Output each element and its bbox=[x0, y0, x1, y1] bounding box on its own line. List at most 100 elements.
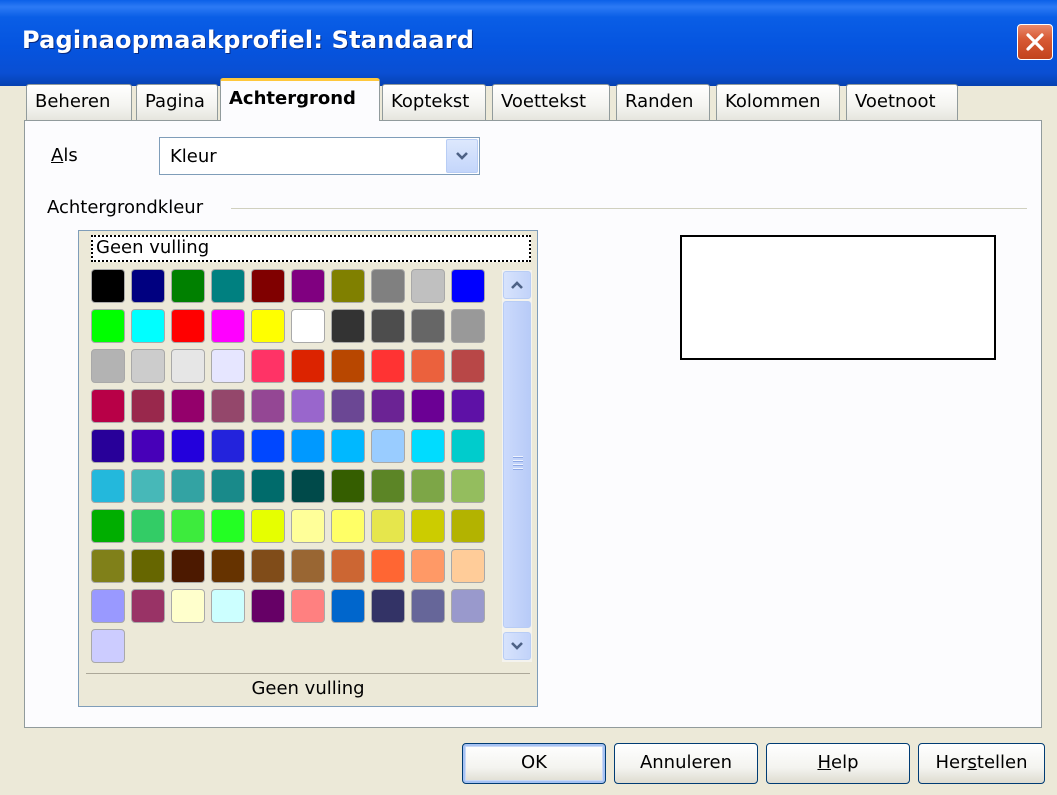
color-swatch[interactable] bbox=[451, 589, 485, 623]
color-swatch[interactable] bbox=[331, 509, 365, 543]
scroll-thumb[interactable] bbox=[503, 301, 531, 628]
color-swatch[interactable] bbox=[211, 509, 245, 543]
no-fill-item[interactable]: Geen vulling bbox=[91, 235, 531, 262]
color-swatch[interactable] bbox=[291, 269, 325, 303]
close-button[interactable] bbox=[1017, 24, 1053, 60]
color-swatch[interactable] bbox=[291, 309, 325, 343]
color-swatch[interactable] bbox=[371, 269, 405, 303]
color-swatch[interactable] bbox=[451, 309, 485, 343]
color-swatch[interactable] bbox=[211, 349, 245, 383]
color-swatch[interactable] bbox=[211, 469, 245, 503]
color-swatch[interactable] bbox=[451, 549, 485, 583]
color-swatch[interactable] bbox=[411, 349, 445, 383]
als-dropdown[interactable]: Kleur bbox=[159, 137, 480, 175]
color-swatch[interactable] bbox=[91, 389, 125, 423]
color-swatch[interactable] bbox=[291, 589, 325, 623]
color-swatch[interactable] bbox=[451, 429, 485, 463]
color-swatch[interactable] bbox=[131, 269, 165, 303]
color-swatch[interactable] bbox=[171, 549, 205, 583]
color-swatch[interactable] bbox=[171, 269, 205, 303]
color-swatch[interactable] bbox=[411, 389, 445, 423]
color-swatch[interactable] bbox=[371, 309, 405, 343]
color-swatch[interactable] bbox=[131, 389, 165, 423]
color-swatch[interactable] bbox=[411, 309, 445, 343]
color-swatch[interactable] bbox=[91, 589, 125, 623]
color-swatch[interactable] bbox=[371, 429, 405, 463]
color-swatch[interactable] bbox=[371, 509, 405, 543]
color-swatch[interactable] bbox=[331, 349, 365, 383]
color-swatch[interactable] bbox=[171, 589, 205, 623]
color-swatch[interactable] bbox=[171, 309, 205, 343]
color-swatch[interactable] bbox=[251, 389, 285, 423]
color-swatch[interactable] bbox=[291, 469, 325, 503]
color-swatch[interactable] bbox=[411, 269, 445, 303]
color-swatch[interactable] bbox=[211, 589, 245, 623]
color-swatch[interactable] bbox=[331, 549, 365, 583]
color-swatch[interactable] bbox=[251, 269, 285, 303]
color-swatch[interactable] bbox=[371, 469, 405, 503]
color-swatch[interactable] bbox=[251, 589, 285, 623]
color-swatch[interactable] bbox=[291, 349, 325, 383]
color-swatch[interactable] bbox=[251, 429, 285, 463]
color-swatch[interactable] bbox=[211, 309, 245, 343]
color-swatch[interactable] bbox=[291, 509, 325, 543]
color-swatch[interactable] bbox=[131, 589, 165, 623]
color-swatch[interactable] bbox=[331, 429, 365, 463]
color-swatch[interactable] bbox=[251, 469, 285, 503]
color-swatch[interactable] bbox=[371, 349, 405, 383]
color-swatch[interactable] bbox=[91, 349, 125, 383]
color-swatch[interactable] bbox=[291, 549, 325, 583]
color-swatch[interactable] bbox=[371, 589, 405, 623]
color-swatch[interactable] bbox=[451, 509, 485, 543]
tab-randen[interactable]: Randen bbox=[616, 84, 710, 120]
color-swatch[interactable] bbox=[371, 389, 405, 423]
tab-achtergrond[interactable]: Achtergrond bbox=[220, 78, 380, 121]
color-swatch[interactable] bbox=[291, 389, 325, 423]
tab-beheren[interactable]: Beheren bbox=[26, 84, 132, 120]
color-swatch[interactable] bbox=[91, 269, 125, 303]
color-swatch[interactable] bbox=[91, 549, 125, 583]
color-swatch[interactable] bbox=[91, 629, 125, 663]
tab-kolommen[interactable]: Kolommen bbox=[716, 84, 840, 120]
color-swatch[interactable] bbox=[331, 269, 365, 303]
color-swatch[interactable] bbox=[251, 349, 285, 383]
color-swatch[interactable] bbox=[411, 469, 445, 503]
color-swatch[interactable] bbox=[91, 469, 125, 503]
color-swatch[interactable] bbox=[131, 509, 165, 543]
color-swatch[interactable] bbox=[131, 309, 165, 343]
color-swatch[interactable] bbox=[451, 349, 485, 383]
color-swatch[interactable] bbox=[171, 389, 205, 423]
color-swatch[interactable] bbox=[131, 549, 165, 583]
color-swatch[interactable] bbox=[411, 589, 445, 623]
color-swatch[interactable] bbox=[451, 269, 485, 303]
cancel-button[interactable]: Annuleren bbox=[614, 743, 758, 784]
color-swatch[interactable] bbox=[91, 509, 125, 543]
color-swatch[interactable] bbox=[131, 429, 165, 463]
color-swatch[interactable] bbox=[331, 309, 365, 343]
color-swatch[interactable] bbox=[211, 389, 245, 423]
color-swatch[interactable] bbox=[91, 309, 125, 343]
color-swatch[interactable] bbox=[171, 429, 205, 463]
title-bar[interactable]: Paginaopmaakprofiel: Standaard bbox=[0, 0, 1057, 86]
color-swatch[interactable] bbox=[451, 469, 485, 503]
tab-voetnoot[interactable]: Voetnoot bbox=[846, 84, 958, 120]
color-swatch[interactable] bbox=[131, 349, 165, 383]
color-swatch[interactable] bbox=[251, 549, 285, 583]
color-swatch[interactable] bbox=[291, 429, 325, 463]
color-swatch[interactable] bbox=[251, 309, 285, 343]
color-swatch[interactable] bbox=[371, 549, 405, 583]
reset-button[interactable]: Herstellen bbox=[918, 743, 1045, 784]
color-swatch[interactable] bbox=[171, 469, 205, 503]
dropdown-button[interactable] bbox=[446, 139, 478, 173]
color-swatch[interactable] bbox=[411, 509, 445, 543]
color-swatch[interactable] bbox=[171, 509, 205, 543]
vertical-scrollbar[interactable] bbox=[502, 270, 532, 662]
scroll-up-button[interactable] bbox=[503, 271, 531, 299]
color-swatch[interactable] bbox=[211, 269, 245, 303]
color-swatch[interactable] bbox=[211, 549, 245, 583]
color-swatch[interactable] bbox=[331, 589, 365, 623]
color-swatch[interactable] bbox=[171, 349, 205, 383]
color-swatch[interactable] bbox=[331, 469, 365, 503]
tab-voettekst[interactable]: Voettekst bbox=[492, 84, 610, 120]
help-button[interactable]: Help bbox=[766, 743, 910, 784]
